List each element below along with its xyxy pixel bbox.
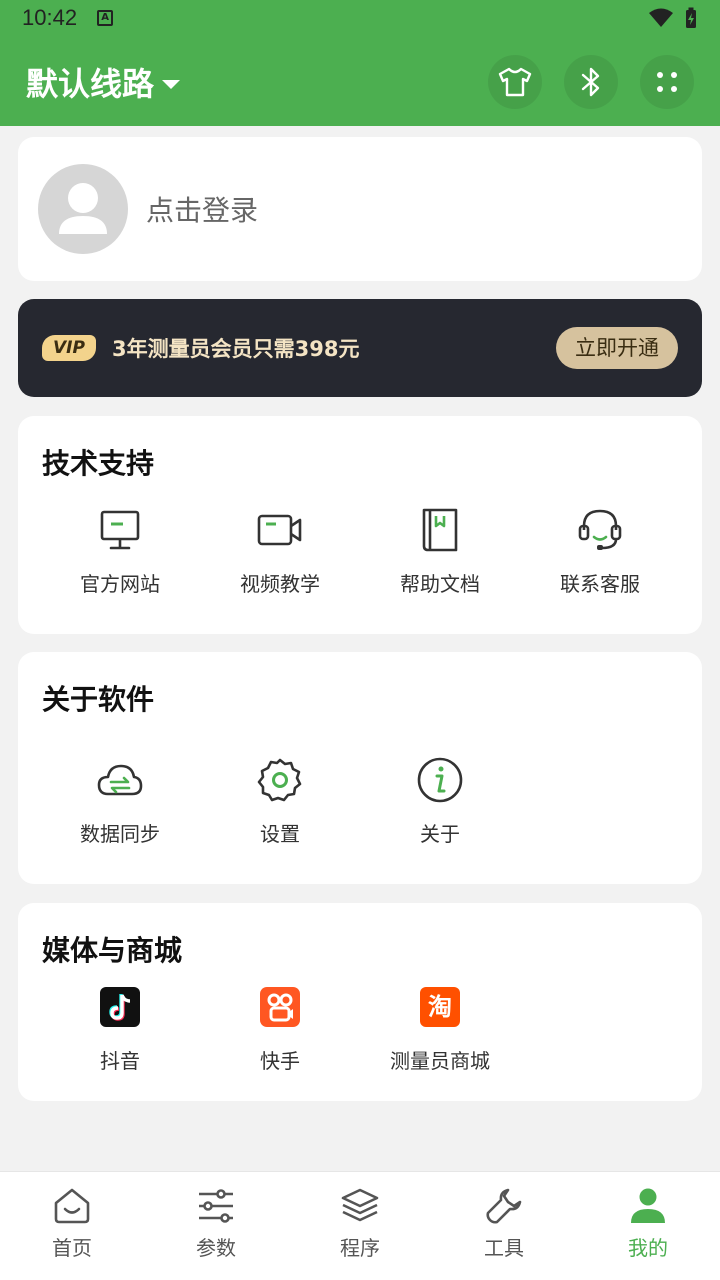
avatar[interactable]: [38, 164, 128, 254]
about-label-settings: 设置: [260, 822, 300, 846]
media-item-kuaishou[interactable]: 快手: [200, 983, 360, 1074]
nav-label-home: 首页: [52, 1236, 92, 1260]
douyin-icon: [100, 987, 140, 1027]
media-label-mall: 测量员商城: [390, 1049, 490, 1073]
grid-dots-icon: [657, 72, 677, 92]
support-item-service[interactable]: 联系客服: [520, 506, 680, 597]
kuaishou-icon: [260, 987, 300, 1027]
layers-icon: [341, 1188, 379, 1222]
status-icons: [648, 7, 698, 29]
vip-promo-text: 3年测量员会员只需398元: [112, 337, 360, 361]
book-icon: [422, 508, 458, 552]
caret-down-icon[interactable]: [162, 79, 181, 89]
tshirt-icon: [498, 67, 532, 97]
media-section: 媒体与商城 抖音 快手 淘 测量员商城: [18, 903, 702, 1101]
sliders-icon: [199, 1189, 233, 1223]
nav-item-tools[interactable]: 工具: [432, 1172, 576, 1280]
login-card[interactable]: 点击登录: [18, 137, 702, 281]
bottom-nav: 首页 参数 程序 工具 我的: [0, 1171, 720, 1280]
bluetooth-button[interactable]: [564, 55, 618, 109]
info-icon: [417, 757, 463, 803]
support-item-docs[interactable]: 帮助文档: [360, 506, 520, 597]
nav-label-params: 参数: [196, 1236, 236, 1260]
support-title: 技术支持: [42, 447, 155, 480]
vip-badge: VIP: [42, 335, 96, 361]
user-icon: [631, 1188, 665, 1223]
nav-label-mine: 我的: [628, 1236, 668, 1260]
home-icon: [54, 1188, 90, 1224]
media-item-mall[interactable]: 淘 测量员商城: [360, 983, 520, 1074]
media-title: 媒体与商城: [42, 934, 183, 967]
about-item-sync[interactable]: 数据同步: [40, 756, 200, 847]
media-label-kuaishou: 快手: [260, 1049, 300, 1073]
support-label-website: 官方网站: [80, 572, 160, 596]
about-title: 关于软件: [42, 683, 155, 716]
nav-item-programs[interactable]: 程序: [288, 1172, 432, 1280]
about-section: 关于软件 数据同步 设置 关于: [18, 652, 702, 884]
bluetooth-icon: [581, 67, 600, 97]
about-item-settings[interactable]: 设置: [200, 756, 360, 847]
support-label-service: 联系客服: [560, 572, 640, 596]
about-label-sync: 数据同步: [80, 822, 160, 846]
monitor-icon: [100, 510, 140, 550]
video-camera-icon: [257, 514, 302, 546]
more-button[interactable]: [640, 55, 694, 109]
media-grid: 抖音 快手 淘 测量员商城: [18, 983, 702, 1074]
wrench-icon: [486, 1188, 522, 1224]
notification-badge: A: [97, 10, 114, 26]
nav-label-programs: 程序: [340, 1236, 380, 1260]
about-grid: 数据同步 设置 关于: [18, 756, 702, 847]
media-label-douyin: 抖音: [100, 1049, 140, 1073]
route-selector[interactable]: 默认线路: [26, 59, 154, 105]
vip-open-button[interactable]: 立即开通: [556, 327, 678, 369]
support-label-video: 视频教学: [240, 572, 320, 596]
battery-icon: [686, 7, 696, 28]
wifi-icon: [649, 8, 673, 27]
support-label-docs: 帮助文档: [400, 572, 480, 596]
app-bar-actions: [488, 55, 694, 109]
support-section: 技术支持 官方网站 视频教学 帮助文档 联系客服: [18, 416, 702, 634]
app-header: 10:42 A 默认线路: [0, 0, 720, 126]
support-item-video[interactable]: 视频教学: [200, 506, 360, 597]
cloud-sync-icon: [97, 764, 143, 796]
nav-item-mine[interactable]: 我的: [576, 1172, 720, 1280]
nav-item-params[interactable]: 参数: [144, 1172, 288, 1280]
app-bar: 默认线路: [0, 50, 720, 114]
taobao-icon: 淘: [420, 987, 460, 1027]
support-item-website[interactable]: 官方网站: [40, 506, 200, 597]
status-time: 10:42: [22, 5, 78, 30]
media-item-douyin[interactable]: 抖音: [40, 983, 200, 1074]
taobao-glyph: 淘: [428, 993, 452, 1021]
vip-banner[interactable]: VIP 3年测量员会员只需398元 立即开通: [18, 299, 702, 397]
login-prompt[interactable]: 点击登录: [146, 189, 258, 229]
theme-button[interactable]: [488, 55, 542, 109]
headset-icon: [578, 509, 622, 550]
status-bar: 10:42 A: [0, 0, 720, 36]
about-item-about[interactable]: 关于: [360, 756, 520, 847]
support-grid: 官方网站 视频教学 帮助文档 联系客服: [18, 506, 702, 597]
gear-icon: [257, 758, 302, 802]
about-label-about: 关于: [420, 822, 460, 846]
nav-label-tools: 工具: [484, 1236, 524, 1260]
nav-item-home[interactable]: 首页: [0, 1172, 144, 1280]
user-placeholder-icon: [59, 183, 107, 234]
